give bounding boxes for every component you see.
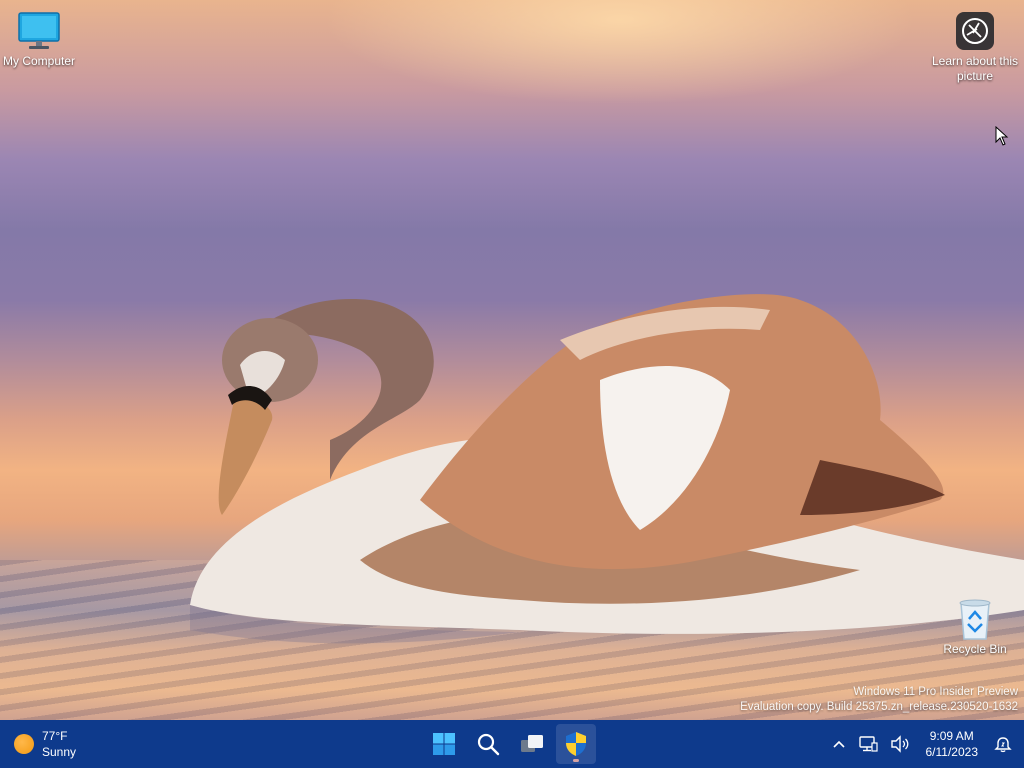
notifications-button[interactable] bbox=[988, 724, 1024, 764]
clock-button[interactable]: 9:09 AM 6/11/2023 bbox=[916, 724, 989, 764]
weather-widget[interactable]: 77°F Sunny bbox=[14, 726, 76, 762]
shield-icon bbox=[566, 732, 586, 756]
sun-icon bbox=[14, 734, 34, 754]
speaker-icon bbox=[890, 735, 908, 753]
volume-button[interactable] bbox=[884, 724, 916, 764]
running-indicator bbox=[573, 759, 579, 762]
recycle-bin-icon bbox=[952, 596, 998, 642]
search-button[interactable] bbox=[468, 724, 508, 764]
system-tray: 9:09 AM 6/11/2023 bbox=[826, 720, 1024, 768]
desktop-icon-label: Recycle Bin bbox=[943, 642, 1007, 656]
swan-image bbox=[190, 294, 1024, 644]
desktop-icon-recycle-bin[interactable]: Recycle Bin bbox=[930, 596, 1020, 657]
clock-date: 6/11/2023 bbox=[925, 745, 979, 759]
start-button[interactable] bbox=[424, 724, 464, 764]
watermark-edition: Windows 11 Pro Insider Preview bbox=[853, 686, 1018, 698]
evaluation-watermark: Windows 11 Pro Insider Preview Evaluatio… bbox=[740, 685, 1018, 715]
notification-bell-icon bbox=[994, 737, 1012, 753]
watermark-build: Evaluation copy. Build 25375.zn_release.… bbox=[740, 701, 1018, 713]
task-view-button[interactable] bbox=[512, 724, 552, 764]
taskbar-apps bbox=[424, 724, 596, 764]
weather-condition: Sunny bbox=[42, 745, 77, 759]
clock-time: 9:09 AM bbox=[929, 729, 974, 743]
desktop-icon-label: Learn about this picture bbox=[931, 54, 1019, 83]
swan-beak bbox=[218, 395, 273, 515]
task-view-icon bbox=[521, 735, 543, 752]
desktop-icon-my-computer[interactable]: My Computer bbox=[0, 8, 84, 69]
network-button[interactable] bbox=[852, 724, 884, 764]
weather-temperature: 77°F bbox=[42, 729, 68, 743]
monitor-icon bbox=[16, 8, 62, 54]
chevron-up-icon bbox=[832, 740, 845, 748]
desktop-icon-learn-about-picture[interactable]: Learn about this picture bbox=[930, 8, 1020, 84]
show-hidden-icons-button[interactable] bbox=[826, 724, 852, 764]
search-icon bbox=[477, 733, 500, 756]
camera-icon bbox=[952, 8, 998, 54]
desktop-icon-label: My Computer bbox=[2, 54, 76, 68]
network-icon bbox=[858, 736, 878, 752]
taskbar: 77°F Sunny 9:09 AM 6/11/2023 bbox=[0, 720, 1024, 768]
mouse-cursor-icon bbox=[995, 126, 1009, 146]
windows-logo-icon bbox=[433, 733, 455, 755]
security-app-button[interactable] bbox=[556, 724, 596, 764]
desktop-wallpaper: My Computer Learn about this picture Rec… bbox=[0, 0, 1024, 720]
